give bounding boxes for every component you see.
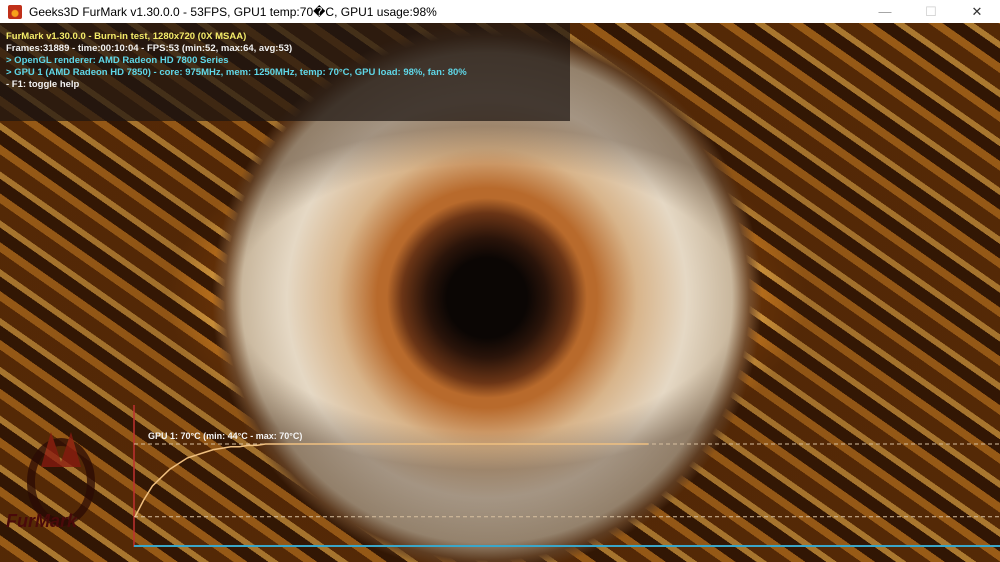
gpu-temp-series-line [134,443,649,518]
gpu-temp-graph [133,405,1000,547]
gpu-temp-graph-label: GPU 1: 70°C (min: 44°C - max: 70°C) [148,431,303,441]
